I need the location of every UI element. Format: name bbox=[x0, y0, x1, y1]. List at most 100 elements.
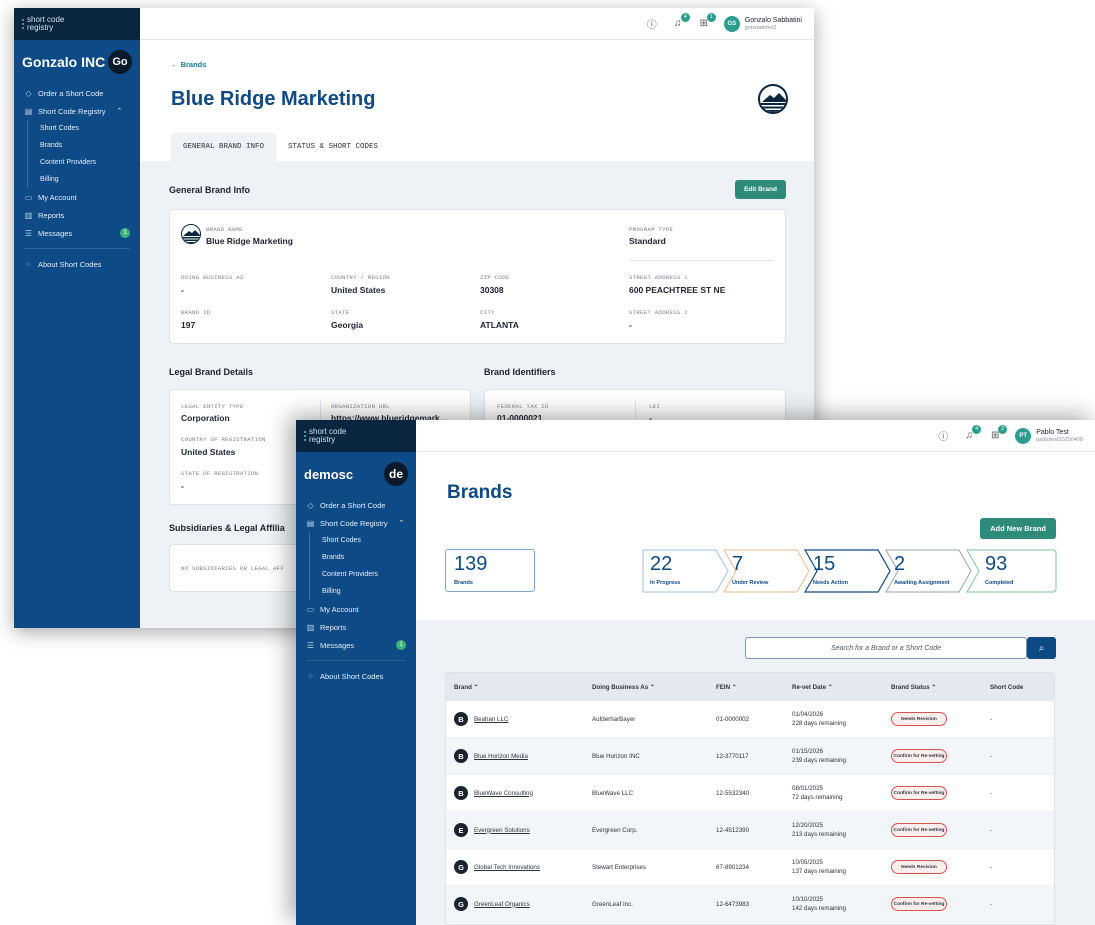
org-switcher[interactable]: demosc de bbox=[296, 452, 416, 496]
user-menu[interactable]: PT Pablo Test pablotest20250408 bbox=[1015, 427, 1083, 444]
nav-about-short-codes[interactable]: ⁘ About Short Codes bbox=[306, 667, 416, 685]
nav-label: Messages bbox=[320, 640, 355, 650]
subnav-brands[interactable]: Brands bbox=[40, 137, 140, 154]
nav-my-account[interactable]: ▭ My Account bbox=[24, 188, 140, 206]
column-header-brand-status[interactable]: Brand Status ⌃ bbox=[891, 684, 990, 691]
stat-under-review: 7 Under Review bbox=[732, 550, 802, 593]
search-button[interactable]: ⌕ bbox=[1027, 637, 1056, 659]
app-logo[interactable]: short code registry bbox=[14, 8, 140, 40]
search-input[interactable]: Search for a Brand or a Short Code bbox=[745, 637, 1027, 659]
bell-icon[interactable]: ♫ 4 bbox=[672, 12, 690, 30]
days-remaining: 72 days remaining bbox=[792, 794, 843, 801]
subnav-billing[interactable]: Billing bbox=[322, 583, 416, 600]
stat-total-brands[interactable]: 139 Brands bbox=[445, 549, 535, 592]
brands-table: Brand ⌃ Doing Business As ⌃ FEIN ⌃ Re-ve… bbox=[445, 672, 1055, 925]
divider bbox=[24, 248, 130, 249]
column-header-dba[interactable]: Doing Business As ⌃ bbox=[592, 684, 716, 691]
short-code-cell: - bbox=[990, 826, 993, 834]
brand-link[interactable]: Beahan LLC bbox=[474, 716, 508, 723]
messages-badge: 1 bbox=[396, 640, 406, 650]
status-badge[interactable]: Confirm for Re-vetting bbox=[891, 823, 947, 837]
help-icon[interactable]: ⓘ bbox=[646, 18, 658, 31]
table-row: B BlueWave Consulting BlueWave LLC 12-553… bbox=[446, 775, 1054, 812]
user-name: Gonzalo Sabbatini bbox=[744, 16, 802, 24]
subnav-billing[interactable]: Billing bbox=[40, 171, 140, 188]
field-label: STATE bbox=[331, 309, 350, 316]
stat-number: 93 bbox=[985, 553, 1008, 575]
avatar: GS bbox=[723, 15, 740, 32]
field-label: PROGRAM TYPE bbox=[629, 226, 674, 233]
subnav-content-providers[interactable]: Content Providers bbox=[40, 154, 140, 171]
nav-reports[interactable]: ▥ Reports bbox=[24, 206, 140, 224]
field-value: Corporation bbox=[181, 413, 230, 423]
fein-cell: 12-3770117 bbox=[716, 752, 749, 760]
brand-link[interactable]: GreenLeaf Organics bbox=[474, 901, 530, 908]
status-badge[interactable]: Needs Revision bbox=[891, 712, 947, 726]
tab-status-short-codes[interactable]: STATUS & SHORT CODES bbox=[276, 133, 390, 161]
column-header-fein[interactable]: FEIN ⌃ bbox=[716, 684, 792, 691]
status-badge[interactable]: Confirm for Re-vetting bbox=[891, 786, 947, 800]
org-name: demosc bbox=[304, 466, 354, 482]
nav-label: Reports bbox=[38, 210, 65, 220]
subnav-short-codes[interactable]: Short Codes bbox=[322, 532, 416, 549]
status-badge[interactable]: Needs Revision bbox=[891, 860, 947, 874]
subnav-brands[interactable]: Brands bbox=[322, 549, 416, 566]
add-new-brand-button[interactable]: Add New Brand bbox=[980, 518, 1056, 539]
field-value: - bbox=[629, 320, 632, 330]
nav-label: My Account bbox=[320, 604, 359, 614]
top-header: ⓘ ♫ 4 ⊞ 1 GS Gonzalo Sabbatini gonzademo2 bbox=[140, 8, 814, 40]
nav-about-short-codes[interactable]: ⁘ About Short Codes bbox=[24, 255, 140, 273]
nav-label: Order a Short Code bbox=[320, 500, 386, 510]
back-to-brands-link[interactable]: ← Brands bbox=[171, 60, 206, 69]
brand-avatar: G bbox=[454, 860, 468, 874]
nav-order-short-code[interactable]: ◇ Order a Short Code bbox=[24, 84, 140, 102]
tab-general-brand-info[interactable]: GENERAL BRAND INFO bbox=[171, 133, 277, 161]
app-logo[interactable]: short code registry bbox=[296, 420, 416, 452]
stat-number: 22 bbox=[650, 553, 673, 575]
chat-icon: ▭ bbox=[24, 192, 33, 202]
table-row: E Evergreen Solutions Evergreen Corp. 12-… bbox=[446, 812, 1054, 849]
edit-brand-button[interactable]: Edit Brand bbox=[735, 180, 786, 199]
table-row: G Global Tech Innovations Stewart Enterpr… bbox=[446, 849, 1054, 886]
logo-dots-icon bbox=[304, 431, 306, 441]
column-header-brand[interactable]: Brand ⌃ bbox=[446, 684, 592, 691]
short-code-cell: - bbox=[990, 715, 993, 723]
brand-link[interactable]: Blue Horizon Media bbox=[474, 753, 528, 760]
cart-icon[interactable]: ⊞ 1 bbox=[698, 12, 716, 30]
field-value: United States bbox=[331, 285, 386, 295]
cart-icon[interactable]: ⊞ 2 bbox=[989, 424, 1008, 442]
nav-messages[interactable]: ☰ Messages 1 bbox=[24, 224, 140, 242]
stat-label: Completed bbox=[985, 580, 1014, 586]
days-remaining: 142 days remaining bbox=[792, 905, 847, 912]
nav-short-code-registry[interactable]: ▤ Short Code Registry ⌃ bbox=[306, 514, 416, 532]
bell-icon[interactable]: ♫ 4 bbox=[963, 424, 982, 442]
subnav-short-codes[interactable]: Short Codes bbox=[40, 120, 140, 137]
column-header-revet-date[interactable]: Re-vet Date ⌃ bbox=[792, 683, 891, 692]
subnav-content-providers[interactable]: Content Providers bbox=[322, 566, 416, 583]
field-label: STREET ADDRESS 2 bbox=[629, 309, 688, 316]
brand-avatar: B bbox=[454, 712, 468, 726]
org-avatar: de bbox=[384, 462, 408, 486]
brand-link[interactable]: Global Tech Innovations bbox=[474, 864, 540, 871]
org-switcher[interactable]: Gonzalo INC Go bbox=[14, 40, 140, 84]
stat-label: Under Review bbox=[732, 580, 769, 586]
status-badge[interactable]: Confirm for Re-vetting bbox=[891, 749, 947, 763]
status-badge[interactable]: Confirm for Re-vetting bbox=[891, 897, 947, 911]
days-remaining: 228 days remaining bbox=[792, 720, 847, 727]
nav-order-short-code[interactable]: ◇ Order a Short Code bbox=[306, 496, 416, 514]
stat-in-progress: 22 In Progress bbox=[650, 550, 720, 593]
short-code-cell: - bbox=[990, 863, 993, 871]
nav-reports[interactable]: ▥ Reports bbox=[306, 618, 416, 636]
field-value: - bbox=[181, 481, 184, 491]
user-menu[interactable]: GS Gonzalo Sabbatini gonzademo2 bbox=[723, 15, 802, 32]
chat-icon: ▭ bbox=[306, 604, 315, 614]
field-label: ORGANIZATION URL bbox=[331, 403, 390, 410]
brand-link[interactable]: BlueWave Consulting bbox=[474, 790, 533, 797]
field-value: Georgia bbox=[331, 320, 364, 330]
revet-date: 12/20/2025 bbox=[792, 822, 823, 829]
brand-link[interactable]: Evergreen Solutions bbox=[474, 827, 530, 834]
help-icon[interactable]: ⓘ bbox=[937, 430, 949, 443]
nav-short-code-registry[interactable]: ▤ Short Code Registry ⌃ bbox=[24, 102, 140, 120]
nav-my-account[interactable]: ▭ My Account bbox=[306, 600, 416, 618]
nav-messages[interactable]: ☰ Messages 1 bbox=[306, 636, 416, 654]
